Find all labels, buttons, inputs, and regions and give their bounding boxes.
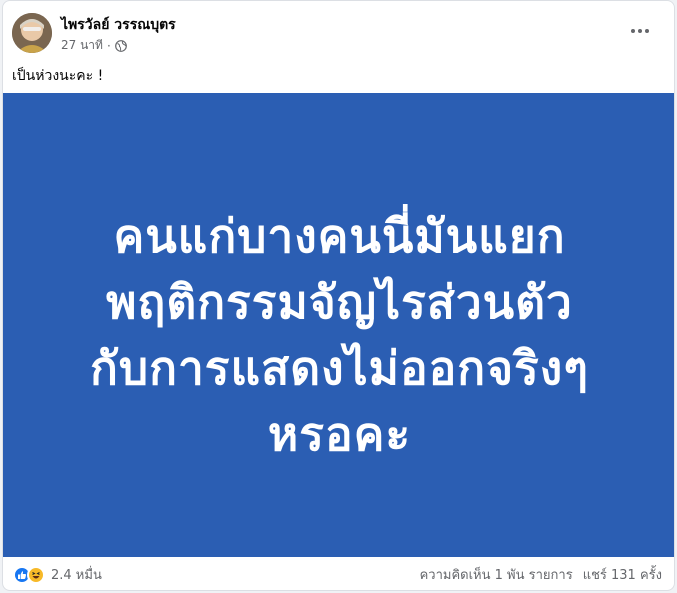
post-meta: 27 นาที · [61, 36, 127, 55]
dot [645, 29, 649, 33]
post-stats: ความคิดเห็น 1 พัน รายการ แชร์ 131 ครั้ง [420, 564, 662, 585]
globe-icon [114, 39, 127, 52]
post-image[interactable]: คนแก่บางคนนี่มันแยก พฤติกรรมจัญไรส่วนตัว… [3, 93, 674, 557]
post-header: ไพรวัลย์ วรรณบุตร 27 นาที · [3, 1, 674, 59]
post-caption: เป็นห่วงนะคะ ! [12, 68, 104, 84]
haha-icon [27, 565, 45, 584]
reaction-icons [13, 565, 47, 584]
dot [638, 29, 642, 33]
image-text-line: พฤติกรรมจัญไรส่วนตัว [106, 275, 573, 329]
reactions-count: 2.4 หมื่น [51, 568, 102, 583]
avatar-image [12, 13, 52, 53]
meta-separator: · [106, 38, 111, 53]
post-footer: 2.4 หมื่น ความคิดเห็น 1 พัน รายการ แชร์ … [3, 557, 674, 590]
image-text-line: กับการแสดงไม่ออกจริงๆ [90, 341, 589, 395]
reactions-summary[interactable]: 2.4 หมื่น [13, 564, 102, 585]
avatar[interactable] [12, 13, 52, 53]
author-name[interactable]: ไพรวัลย์ วรรณบุตร [61, 14, 176, 36]
post-time[interactable]: 27 นาที [61, 36, 103, 55]
shares-count[interactable]: แชร์ 131 ครั้ง [583, 564, 662, 585]
more-options-button[interactable] [622, 17, 658, 45]
image-text: คนแก่บางคนนี่มันแยก พฤติกรรมจัญไรส่วนตัว… [3, 203, 674, 467]
dot [631, 29, 635, 33]
image-text-line: คนแก่บางคนนี่มันแยก [113, 209, 566, 263]
post-card: ไพรวัลย์ วรรณบุตร 27 นาที · เป็นห่วงนะคะ… [2, 0, 675, 591]
comments-count[interactable]: ความคิดเห็น 1 พัน รายการ [420, 564, 573, 585]
image-text-line: หรอคะ [267, 407, 412, 461]
